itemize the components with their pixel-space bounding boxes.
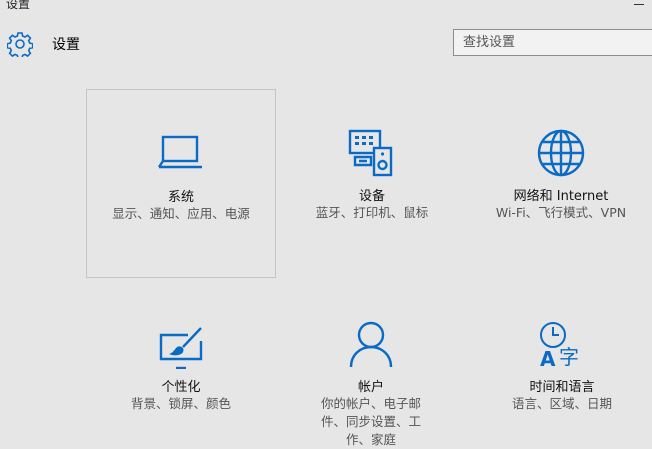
- tile-description: Wi-Fi、飞行模式、VPN: [495, 205, 627, 220]
- tile-label: 帐户: [357, 380, 384, 395]
- svg-text:字: 字: [559, 345, 579, 369]
- title-bar: 设置: [0, 0, 652, 18]
- time-language-icon: A 字: [540, 322, 579, 369]
- tile-label: 个性化: [161, 380, 201, 395]
- person-icon: [349, 321, 393, 368]
- search-input[interactable]: [454, 30, 652, 55]
- page-title: 设置: [52, 37, 80, 53]
- tile-description: 语言、区域、日期: [511, 396, 612, 411]
- tile-label: 系统: [167, 190, 194, 205]
- devices-icon: [348, 129, 393, 177]
- svg-text:A: A: [540, 347, 556, 369]
- laptop-icon: [158, 135, 202, 169]
- personalization-icon: [159, 327, 203, 369]
- tile-accounts[interactable]: 帐户 你的帐户、电子邮件、同步设置、工作、家庭: [276, 285, 466, 449]
- window-title: 设置: [6, 0, 31, 11]
- tile-network[interactable]: 网络和 Internet Wi-Fi、飞行模式、VPN: [466, 89, 652, 278]
- tile-system[interactable]: 系统 显示、通知、应用、电源: [86, 89, 276, 278]
- minimize-button[interactable]: [634, 4, 644, 5]
- tile-personalization[interactable]: 个性化 背景、锁屏、颜色: [86, 285, 276, 449]
- tile-description: 蓝牙、打印机、鼠标: [315, 205, 429, 220]
- tile-time-language[interactable]: A 字 时间和语言 语言、区域、日期: [467, 285, 652, 449]
- tile-description: 你的帐户、电子邮件、同步设置、工作、家庭: [320, 396, 421, 447]
- globe-icon: [537, 129, 585, 177]
- tile-label: 网络和 Internet: [513, 189, 609, 204]
- tile-description: 显示、通知、应用、电源: [112, 206, 250, 221]
- tile-devices[interactable]: 设备 蓝牙、打印机、鼠标: [277, 89, 467, 278]
- gear-icon: [7, 32, 33, 57]
- tile-description: 背景、锁屏、颜色: [130, 396, 231, 411]
- tile-label: 时间和语言: [529, 380, 595, 395]
- tile-label: 设备: [358, 189, 385, 204]
- search-box[interactable]: [453, 29, 652, 56]
